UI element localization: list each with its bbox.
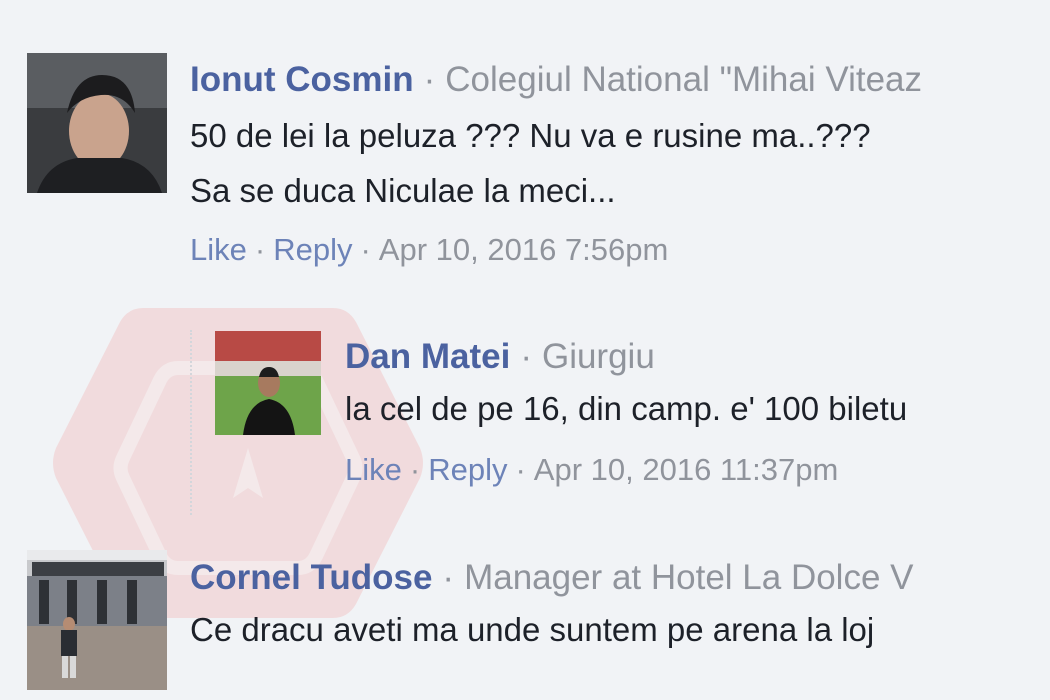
comment-affiliation[interactable]: Giurgiu [542,337,655,376]
reply-thread-line [190,330,192,515]
avatar[interactable] [215,331,321,435]
comment-author[interactable]: Ionut Cosmin [190,60,414,99]
comment-timestamp[interactable]: Apr 10, 2016 11:37pm [534,452,838,487]
reply-button[interactable]: Reply [273,232,352,267]
separator-dot: · [254,232,266,267]
separator-dot: · [520,337,532,376]
comment-actions: Like · Reply · Apr 10, 2016 7:56pm [190,230,922,270]
comment-text: Ce dracu aveti ma unde suntem pe arena l… [190,602,914,657]
comment-author[interactable]: Dan Matei [345,337,510,376]
reply-button[interactable]: Reply [428,452,507,487]
comment-text: la cel de pe 16, din camp. e' 100 biletu [345,381,907,436]
comment-text-line: la cel de pe 16, din camp. e' 100 biletu [345,390,908,427]
avatar-photo-icon [215,331,321,435]
comment-affiliation[interactable]: Manager at Hotel La Dolce V [464,558,913,597]
avatar[interactable] [27,550,167,690]
like-button[interactable]: Like [345,452,402,487]
avatar-photo-icon [27,550,167,690]
comment-text-line: 50 de lei la peluza ??? Nu va e rusine m… [190,117,871,154]
separator-dot: · [409,452,421,487]
like-button[interactable]: Like [190,232,247,267]
separator-dot: · [360,232,371,267]
avatar[interactable] [27,53,167,193]
separator-dot: · [515,452,526,487]
comment-author[interactable]: Cornel Tudose [190,558,432,597]
comment-affiliation[interactable]: Colegiul National "Mihai Viteaz [445,60,922,99]
separator-dot: · [423,60,436,99]
comment-actions: Like · Reply · Apr 10, 2016 11:37pm [345,450,907,490]
avatar-photo-icon [27,53,167,193]
comment-text-line: Ce dracu aveti ma unde suntem pe arena l… [190,611,875,648]
separator-dot: · [442,558,455,597]
comments-panel: Ionut Cosmin · Colegiul National "Mihai Vi… [0,0,1050,700]
comment-text-line: Sa se duca Niculae la meci... [190,172,616,209]
comment-timestamp[interactable]: Apr 10, 2016 7:56pm [379,232,669,267]
comment-text: 50 de lei la peluza ??? Nu va e rusine m… [190,108,922,218]
